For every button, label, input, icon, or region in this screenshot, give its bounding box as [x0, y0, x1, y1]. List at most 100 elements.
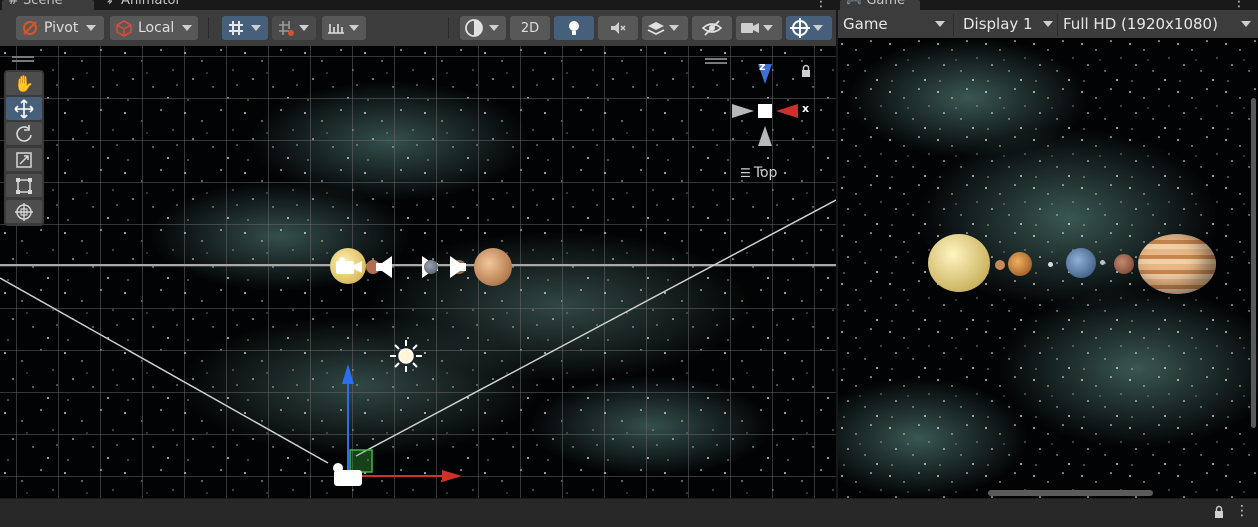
- hand-icon: ✋: [14, 74, 34, 93]
- tab-animator-label: Animator: [121, 0, 181, 8]
- local-label: Local: [138, 20, 175, 36]
- game-moon: [1048, 262, 1053, 267]
- lock-icon[interactable]: [1213, 505, 1225, 519]
- rect-tool-button[interactable]: [6, 174, 42, 197]
- chevron-down-icon: [763, 25, 773, 31]
- camera-settings-button[interactable]: [736, 16, 782, 40]
- game-mars: [1114, 254, 1134, 274]
- separator: [448, 17, 449, 39]
- move-arrows-icon: [14, 98, 34, 119]
- view-label-button[interactable]: ☰ Top: [740, 165, 777, 181]
- neg-x-axis-cone[interactable]: [732, 104, 754, 118]
- gamepad-icon: 🎮: [846, 0, 863, 8]
- display-target-dropdown[interactable]: Display 1: [963, 12, 1055, 36]
- chevron-down-icon: [935, 21, 945, 27]
- rect-transform-icon: [16, 177, 32, 194]
- planet-earth[interactable]: [424, 260, 438, 274]
- gizmo-z-label: z: [759, 60, 766, 73]
- audio-source-icon[interactable]: [370, 254, 400, 280]
- hamburger-icon: ☰: [740, 166, 751, 180]
- scale-tool-button[interactable]: [6, 148, 42, 171]
- eye-slash-icon: [701, 20, 723, 36]
- status-bar: [0, 498, 1258, 527]
- tab-scene[interactable]: # Scene: [2, 0, 94, 10]
- game-moon: [1100, 260, 1105, 265]
- gizmos-button[interactable]: [786, 16, 832, 40]
- game-more-icon[interactable]: ⋮: [1232, 0, 1246, 10]
- audio-source-icon[interactable]: [446, 254, 472, 280]
- resolution-label: Full HD (1920x1080): [1063, 15, 1218, 33]
- ruler-button[interactable]: [322, 16, 366, 40]
- lock-icon[interactable]: [800, 64, 812, 78]
- scale-icon: [16, 151, 32, 168]
- move-gizmo[interactable]: [320, 358, 470, 488]
- chevron-down-icon: [1043, 21, 1053, 27]
- video-camera-icon: [741, 23, 759, 33]
- lighting-toggle-button[interactable]: [554, 16, 594, 40]
- tab-scene-label: Scene: [23, 0, 63, 8]
- gizmo-drag-handle[interactable]: [705, 58, 727, 60]
- overlay-drag-handle[interactable]: [12, 56, 34, 58]
- game-display-mode-label: Game: [843, 15, 888, 33]
- separator: [953, 14, 954, 36]
- chevron-down-icon: [251, 25, 261, 31]
- kebab-menu-icon[interactable]: ⋮: [1235, 503, 1249, 519]
- hidden-objects-button[interactable]: [692, 16, 732, 40]
- planet-jupiter[interactable]: [474, 248, 512, 286]
- chevron-down-icon: [813, 25, 823, 31]
- ruler-icon: [328, 24, 344, 34]
- x-axis-arrow-icon[interactable]: [442, 470, 462, 482]
- tab-animator[interactable]: ➶ Animator: [98, 0, 198, 10]
- transform-tool-button[interactable]: [6, 200, 42, 223]
- resolution-dropdown[interactable]: Full HD (1920x1080): [1063, 12, 1253, 36]
- chevron-down-icon: [669, 25, 679, 31]
- vertical-scrollbar[interactable]: [1251, 98, 1256, 428]
- local-dropdown[interactable]: Local: [110, 16, 198, 40]
- xy-plane-handle[interactable]: [349, 449, 373, 473]
- display-target-label: Display 1: [963, 15, 1033, 33]
- game-jupiter: [1138, 234, 1216, 294]
- separator: [208, 17, 209, 39]
- hand-tool-button[interactable]: ✋: [6, 72, 42, 95]
- game-viewport[interactable]: [838, 38, 1258, 498]
- audio-toggle-button[interactable]: [598, 16, 638, 40]
- game-display-mode-dropdown[interactable]: Game: [843, 12, 947, 36]
- scene-more-icon[interactable]: ⋮: [814, 0, 828, 10]
- y-axis-arrow-icon[interactable]: [342, 364, 354, 384]
- chevron-down-icon: [182, 25, 193, 31]
- separator: [1057, 14, 1058, 36]
- rotate-tool-button[interactable]: [6, 122, 42, 145]
- move-tool-button[interactable]: [6, 97, 42, 120]
- game-sun: [928, 234, 990, 292]
- transform-icon: [15, 202, 33, 221]
- 2d-toggle-button[interactable]: 2D: [510, 16, 550, 40]
- rotate-icon: [16, 124, 32, 142]
- game-venus: [1008, 252, 1032, 276]
- horizontal-scrollbar[interactable]: [988, 490, 1153, 496]
- game-earth: [1066, 248, 1096, 278]
- effects-button[interactable]: [642, 16, 688, 40]
- neg-z-axis-cone[interactable]: [758, 126, 772, 146]
- game-mercury: [995, 260, 1005, 270]
- pivot-dropdown[interactable]: Pivot: [16, 16, 104, 40]
- chevron-down-icon: [349, 25, 359, 31]
- chevron-down-icon: [299, 25, 309, 31]
- grid-snap-button[interactable]: [222, 16, 268, 40]
- tab-game-label: Game: [866, 0, 906, 8]
- layers-icon: [647, 22, 665, 36]
- camera-gizmo-icon[interactable]: [334, 256, 364, 276]
- view-label: Top: [753, 165, 778, 181]
- center-cube[interactable]: [758, 104, 772, 118]
- chevron-down-icon: [489, 25, 499, 31]
- tab-game[interactable]: 🎮 Game: [840, 0, 920, 10]
- x-axis-cone[interactable]: [776, 104, 798, 118]
- hash-icon: #: [8, 0, 19, 8]
- chevron-down-icon: [1241, 21, 1251, 27]
- chevron-down-icon: [86, 25, 97, 31]
- shading-mode-button[interactable]: [460, 16, 506, 40]
- pivot-label: Pivot: [44, 20, 79, 36]
- scene-viewport[interactable]: z x ☰ Top: [0, 46, 836, 498]
- 2d-toggle-label: 2D: [520, 20, 540, 36]
- increment-snap-button[interactable]: [272, 16, 316, 40]
- animator-icon: ➶: [106, 0, 117, 8]
